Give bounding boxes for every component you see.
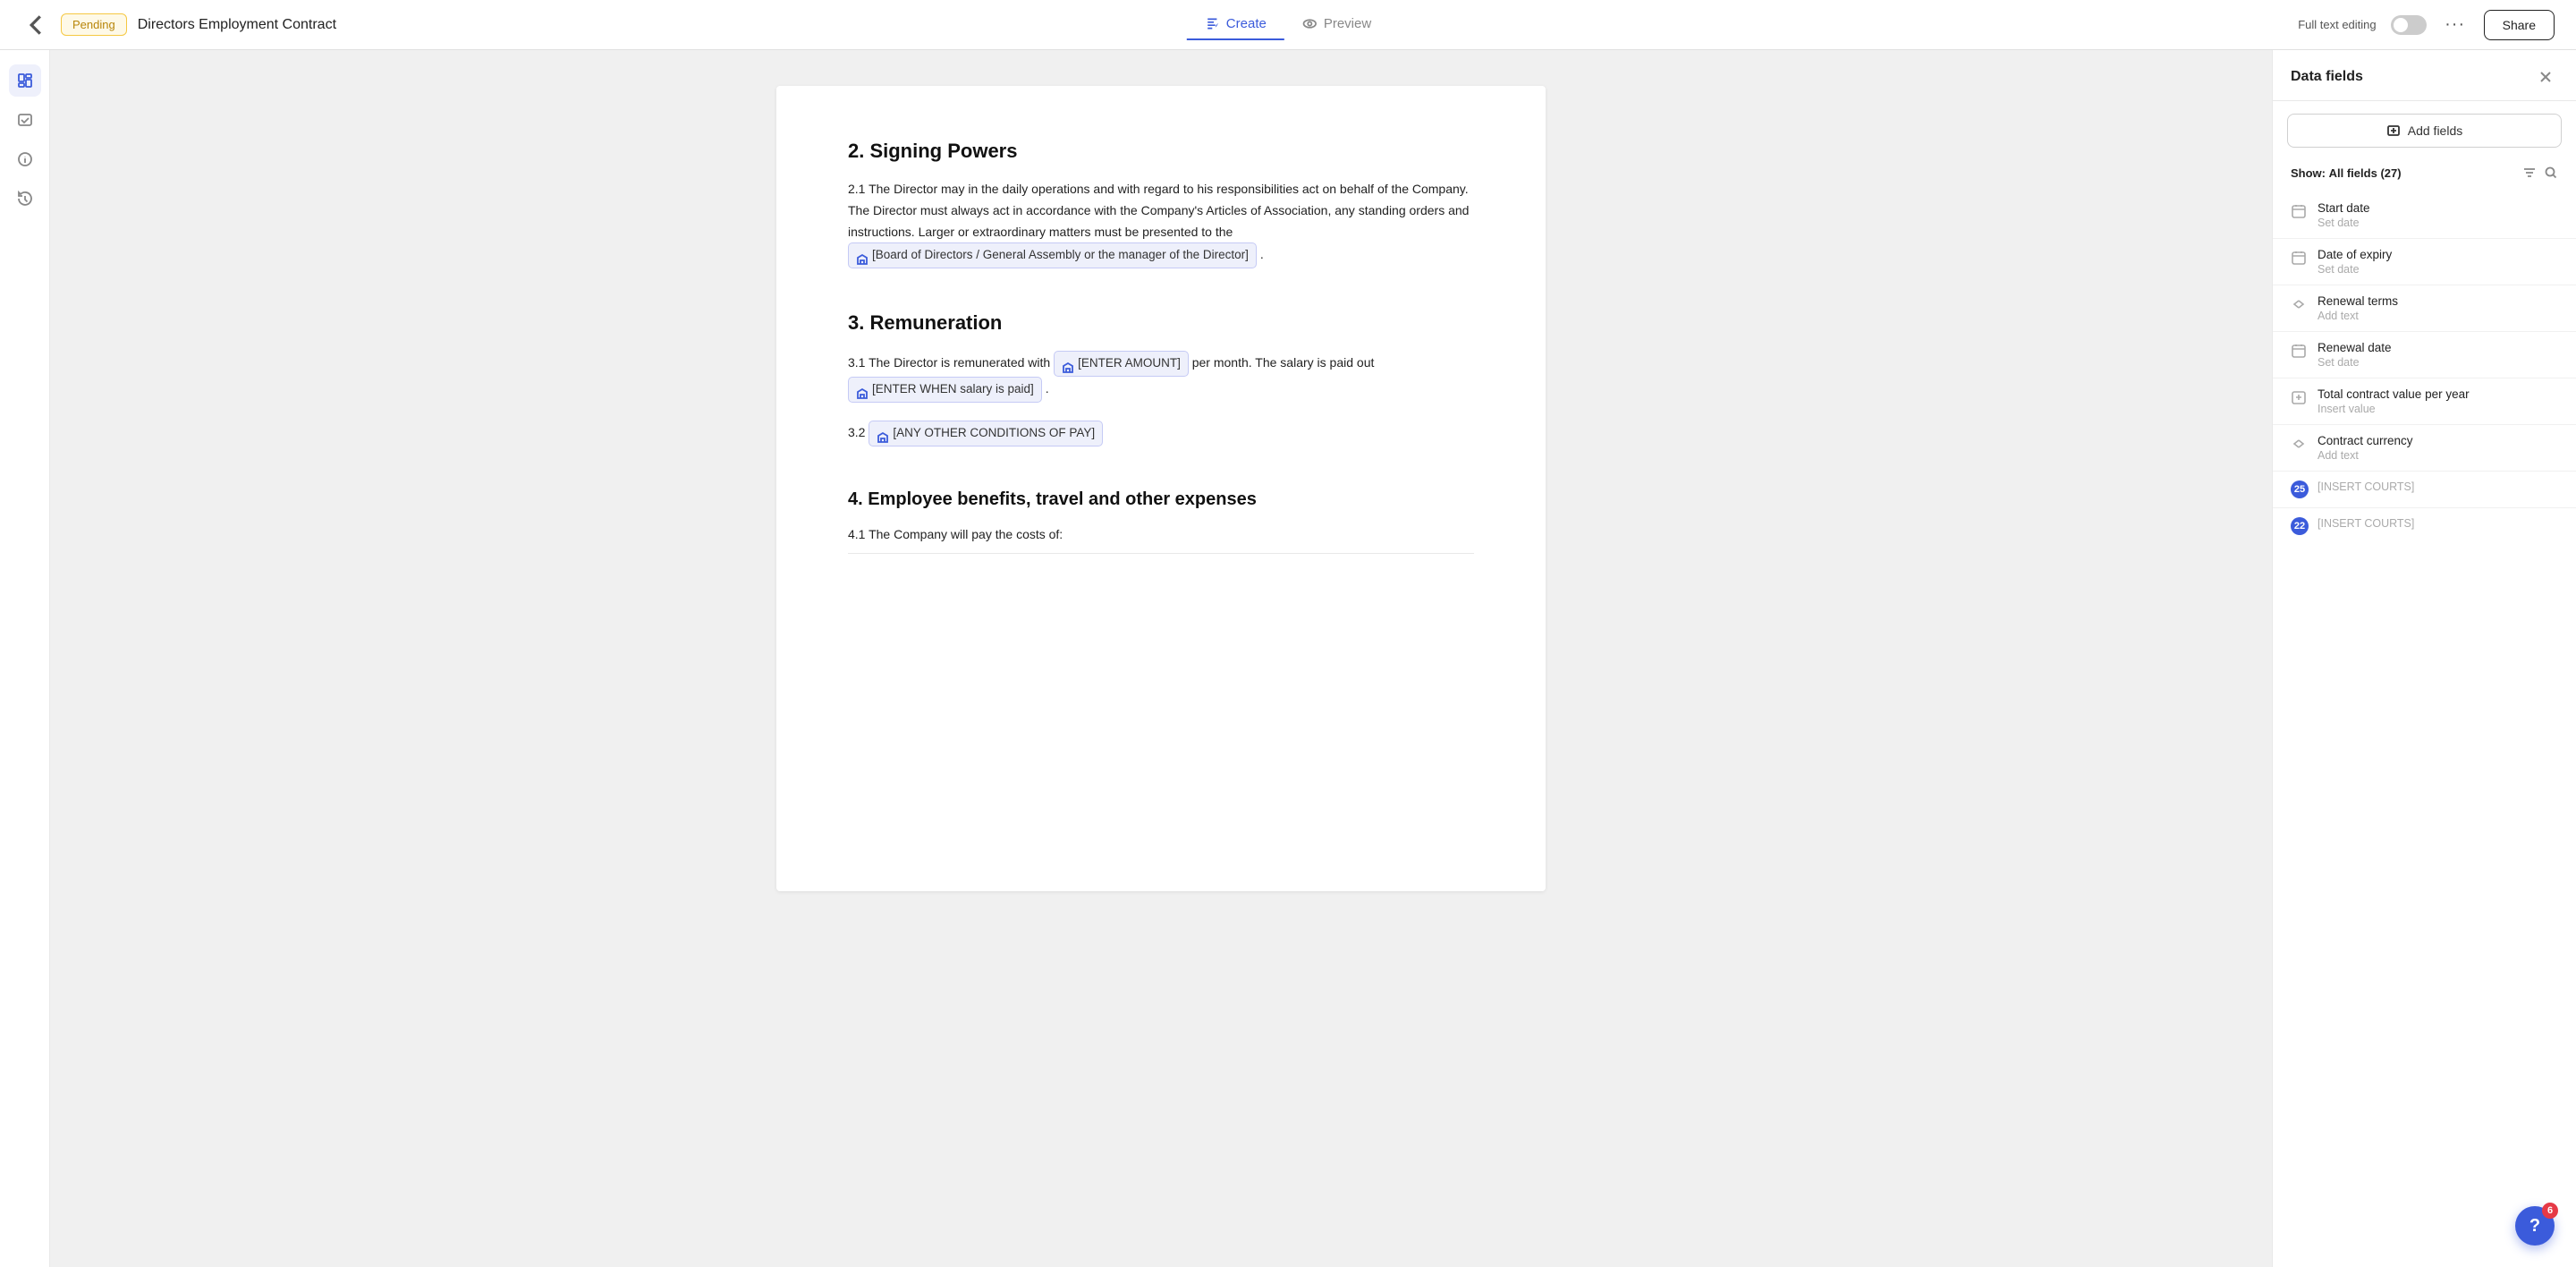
field-item-value-renewal-date: Set date bbox=[2318, 356, 2558, 369]
field-item-name-renewal-terms: Renewal terms bbox=[2318, 294, 2558, 308]
field-item-icon-total-contract-value bbox=[2291, 389, 2309, 407]
share-button[interactable]: Share bbox=[2484, 10, 2555, 40]
section-2-body: 2.1 The Director may in the daily operat… bbox=[848, 179, 1474, 268]
field-item-value-insert-courts-25: [INSERT COURTS] bbox=[2318, 480, 2558, 493]
fields-list: Start date Set date Date of expiry Set d… bbox=[2273, 189, 2576, 1267]
field-item-start-date[interactable]: Start date Set date bbox=[2273, 192, 2576, 239]
full-text-editing-toggle[interactable] bbox=[2391, 15, 2427, 35]
field-item-content-insert-courts-22: [INSERT COURTS] bbox=[2318, 517, 2558, 530]
section-4: 4. Employee benefits, travel and other e… bbox=[848, 489, 1474, 554]
field-item-value-contract-currency: Add text bbox=[2318, 449, 2558, 462]
field-icon-amount bbox=[1062, 358, 1074, 370]
section-4-body: 4.1 The Company will pay the costs of: bbox=[848, 524, 1474, 546]
panel-close-button[interactable] bbox=[2533, 64, 2558, 89]
enter-amount-field[interactable]: [ENTER AMOUNT] bbox=[1054, 351, 1189, 377]
show-bar: Show: All fields (27) bbox=[2273, 160, 2576, 189]
field-item-name-renewal-date: Renewal date bbox=[2318, 341, 2558, 354]
field-item-date-of-expiry[interactable]: Date of expiry Set date bbox=[2273, 239, 2576, 285]
field-item-value-insert-courts-22: [INSERT COURTS] bbox=[2318, 517, 2558, 530]
field-item-name-start-date: Start date bbox=[2318, 201, 2558, 215]
field-icon-conditions bbox=[877, 428, 889, 440]
main-layout: 2. Signing Powers 2.1 The Director may i… bbox=[0, 50, 2576, 1267]
doc-title: Directors Employment Contract bbox=[138, 17, 336, 33]
panel-title: Data fields bbox=[2291, 69, 2363, 85]
document-area: 2. Signing Powers 2.1 The Director may i… bbox=[50, 50, 2272, 1267]
field-item-icon-start-date bbox=[2291, 203, 2309, 221]
field-item-content-renewal-date: Renewal date Set date bbox=[2318, 341, 2558, 369]
field-icon-when bbox=[856, 384, 869, 396]
add-fields-label: Add fields bbox=[2408, 123, 2462, 138]
section-3-title: 3. Remuneration bbox=[848, 311, 1474, 335]
all-fields-label[interactable]: All fields bbox=[2329, 166, 2377, 180]
field-item-value-start-date: Set date bbox=[2318, 217, 2558, 229]
tab-preview[interactable]: Preview bbox=[1284, 9, 1389, 40]
full-text-editing-label: Full text editing bbox=[2298, 18, 2376, 31]
status-badge[interactable]: Pending bbox=[61, 13, 127, 36]
help-badge: 6 bbox=[2542, 1203, 2558, 1219]
other-conditions-field[interactable]: [ANY OTHER CONDITIONS OF PAY] bbox=[869, 421, 1103, 446]
field-icon-board bbox=[856, 250, 869, 262]
enter-when-field[interactable]: [ENTER WHEN salary is paid] bbox=[848, 377, 1042, 403]
field-item-renewal-terms[interactable]: Renewal terms Add text bbox=[2273, 285, 2576, 332]
document-paper: 2. Signing Powers 2.1 The Director may i… bbox=[776, 86, 1546, 891]
field-item-value-total-contract-value: Insert value bbox=[2318, 403, 2558, 415]
show-controls bbox=[2522, 166, 2558, 180]
topbar: Pending Directors Employment Contract Cr… bbox=[0, 0, 2576, 50]
board-directors-field[interactable]: [Board of Directors / General Assembly o… bbox=[848, 242, 1257, 268]
help-button[interactable]: 6 ? bbox=[2515, 1206, 2555, 1246]
create-tab-label: Create bbox=[1226, 16, 1267, 31]
topbar-center-tabs: Create Preview bbox=[1187, 9, 1389, 40]
field-item-icon-contract-currency bbox=[2291, 436, 2309, 454]
field-item-value-date-of-expiry: Set date bbox=[2318, 263, 2558, 276]
back-button[interactable] bbox=[21, 11, 50, 39]
preview-tab-label: Preview bbox=[1324, 16, 1371, 31]
sidebar-icon-check[interactable] bbox=[9, 104, 41, 136]
field-badge-insert-courts-22: 22 bbox=[2291, 517, 2309, 535]
section-3: 3. Remuneration 3.1 The Director is remu… bbox=[848, 311, 1474, 446]
field-item-name-contract-currency: Contract currency bbox=[2318, 434, 2558, 447]
section-separator bbox=[848, 553, 1474, 554]
field-badge-insert-courts-25: 25 bbox=[2291, 480, 2309, 498]
help-label: ? bbox=[2529, 1216, 2540, 1237]
topbar-left: Pending Directors Employment Contract bbox=[21, 11, 336, 39]
left-sidebar bbox=[0, 50, 50, 1267]
field-item-icon-date-of-expiry bbox=[2291, 250, 2309, 268]
field-item-insert-courts-25[interactable]: 25 [INSERT COURTS] bbox=[2273, 472, 2576, 508]
search-icon[interactable] bbox=[2544, 166, 2558, 180]
field-item-contract-currency[interactable]: Contract currency Add text bbox=[2273, 425, 2576, 472]
field-item-content-renewal-terms: Renewal terms Add text bbox=[2318, 294, 2558, 322]
topbar-right: Full text editing ··· Share bbox=[2298, 10, 2555, 40]
section-2-title: 2. Signing Powers bbox=[848, 140, 1474, 163]
right-panel: Data fields Add fields Show: All fields … bbox=[2272, 50, 2576, 1267]
panel-header: Data fields bbox=[2273, 50, 2576, 101]
add-fields-button[interactable]: Add fields bbox=[2287, 114, 2562, 148]
field-item-name-total-contract-value: Total contract value per year bbox=[2318, 387, 2558, 401]
field-item-total-contract-value[interactable]: Total contract value per year Insert val… bbox=[2273, 378, 2576, 425]
field-item-value-renewal-terms: Add text bbox=[2318, 310, 2558, 322]
section-3-body-1: 3.1 The Director is remunerated with [EN… bbox=[848, 351, 1474, 403]
field-item-insert-courts-22[interactable]: 22 [INSERT COURTS] bbox=[2273, 508, 2576, 544]
section-2: 2. Signing Powers 2.1 The Director may i… bbox=[848, 140, 1474, 268]
filter-icon[interactable] bbox=[2522, 166, 2537, 180]
field-item-content-date-of-expiry: Date of expiry Set date bbox=[2318, 248, 2558, 276]
sidebar-icon-layout[interactable] bbox=[9, 64, 41, 97]
section-4-title: 4. Employee benefits, travel and other e… bbox=[848, 489, 1474, 510]
field-item-content-insert-courts-25: [INSERT COURTS] bbox=[2318, 480, 2558, 493]
field-item-icon-renewal-terms bbox=[2291, 296, 2309, 314]
fields-count: (27) bbox=[2380, 166, 2401, 180]
show-label: Show: All fields (27) bbox=[2291, 166, 2402, 180]
sidebar-icon-info[interactable] bbox=[9, 143, 41, 175]
field-item-content-contract-currency: Contract currency Add text bbox=[2318, 434, 2558, 462]
field-item-content-start-date: Start date Set date bbox=[2318, 201, 2558, 229]
field-item-icon-renewal-date bbox=[2291, 343, 2309, 361]
field-item-renewal-date[interactable]: Renewal date Set date bbox=[2273, 332, 2576, 378]
more-options-button[interactable]: ··· bbox=[2441, 11, 2470, 39]
sidebar-icon-history[interactable] bbox=[9, 183, 41, 215]
field-item-content-total-contract-value: Total contract value per year Insert val… bbox=[2318, 387, 2558, 415]
field-item-name-date-of-expiry: Date of expiry bbox=[2318, 248, 2558, 261]
tab-create[interactable]: Create bbox=[1187, 9, 1284, 40]
section-3-body-2: 3.2 [ANY OTHER CONDITIONS OF PAY] bbox=[848, 421, 1474, 446]
